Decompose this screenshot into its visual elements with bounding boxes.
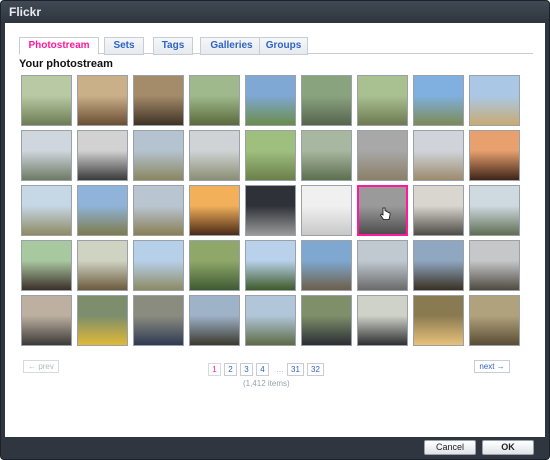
photo-thumb-blue-sky-plain[interactable] [133,240,184,291]
photo-thumb-two-men-portrait[interactable] [413,240,464,291]
photo-thumb-man-in-yellow[interactable] [77,295,128,346]
photo-thumb-man-smiling[interactable] [21,240,72,291]
tab-groups[interactable]: Groups [259,37,308,55]
title-bar[interactable]: Flickr [1,1,549,23]
cancel-button[interactable]: Cancel [424,440,476,455]
photo-thumb-sunset-silhouette[interactable] [469,130,520,181]
photo-thumb-treeline[interactable] [245,240,296,291]
tab-bar: Photostream Sets Tags Galleries Groups [19,37,533,55]
photo-thumb-marshland[interactable] [301,75,352,126]
section-heading: Your photostream [19,58,113,70]
photo-thumb-man-with-bicycle[interactable] [21,295,72,346]
photo-thumb-people-sitting[interactable] [469,75,520,126]
photo-thumb-man-working[interactable] [301,295,352,346]
dialog-footer: Cancel OK [1,437,549,459]
tab-photostream[interactable]: Photostream [19,37,99,55]
photo-thumb-fenced-garden[interactable] [189,75,240,126]
tab-tags[interactable]: Tags [153,37,193,55]
photo-thumb-acacia-plain[interactable] [77,185,128,236]
page-2[interactable]: 2 [224,363,237,376]
photo-thumb-fenced-garden-2[interactable] [357,75,408,126]
photo-thumb-tree-and-men[interactable] [469,295,520,346]
page-1[interactable]: 1 [208,363,221,376]
photo-thumb-man-portrait[interactable] [469,185,520,236]
photo-thumb-bw-landscape[interactable] [357,185,408,236]
photo-thumb-man-seated[interactable] [133,295,184,346]
window-title: Flickr [9,5,42,19]
page-32[interactable]: 32 [307,363,324,376]
photo-thumb-car-interior[interactable] [413,185,464,236]
photo-thumb-stone-ruin[interactable] [77,130,128,181]
tab-sets[interactable]: Sets [104,37,144,55]
photo-thumb-buffalo-fight[interactable] [77,240,128,291]
ok-button[interactable]: OK [482,440,534,455]
photo-thumb-pale-sky[interactable] [301,185,352,236]
photo-thumb-tents-under-trees[interactable] [21,130,72,181]
photo-thumb-savanna-plain[interactable] [133,130,184,181]
photo-thumb-village-hut[interactable] [189,130,240,181]
photo-thumb-man-in-cap[interactable] [469,240,520,291]
photo-thumb-savanna-horizon[interactable] [413,130,464,181]
flickr-dialog: Flickr Photostream Sets Tags Galleries G… [0,0,550,460]
photo-thumb-dry-grassland[interactable] [357,130,408,181]
photo-thumb-man-in-white[interactable] [245,295,296,346]
photo-thumb-man-in-shade[interactable] [413,295,464,346]
photo-thumb-savanna-sky[interactable] [413,75,464,126]
photo-thumb-bushland[interactable] [189,240,240,291]
photo-thumb-green-field[interactable] [245,75,296,126]
photo-thumb-people-in-village[interactable] [357,240,408,291]
photo-grid [19,75,529,346]
next-button[interactable]: next → [474,360,510,373]
photo-thumb-dusk-silhouette[interactable] [245,185,296,236]
photo-thumb-grass-road[interactable] [133,185,184,236]
page-4[interactable]: 4 [256,363,269,376]
photo-thumb-grassy-field[interactable] [245,130,296,181]
photo-thumb-savanna-trees[interactable] [301,130,352,181]
photo-thumb-rock-outcrop[interactable] [301,240,352,291]
tab-galleries[interactable]: Galleries [200,37,263,55]
prev-button: ← prev [23,360,59,373]
photo-thumb-plain-horizon[interactable] [21,185,72,236]
pagination-ellipsis: … [276,365,284,374]
photo-thumb-dirt-pit[interactable] [77,75,128,126]
photo-thumb-man-with-stick[interactable] [189,295,240,346]
page-3[interactable]: 3 [240,363,253,376]
photo-thumb-dirt-pit-closeup[interactable] [133,75,184,126]
photo-thumb-orange-sunset[interactable] [189,185,240,236]
dialog-content: Photostream Sets Tags Galleries Groups Y… [5,23,545,437]
photo-thumb-hole-in-field[interactable] [21,75,72,126]
hand-cursor-icon [379,207,391,220]
photo-thumb-man-with-rope[interactable] [357,295,408,346]
page-31[interactable]: 31 [287,363,304,376]
item-count: (1,412 items) [243,379,290,388]
